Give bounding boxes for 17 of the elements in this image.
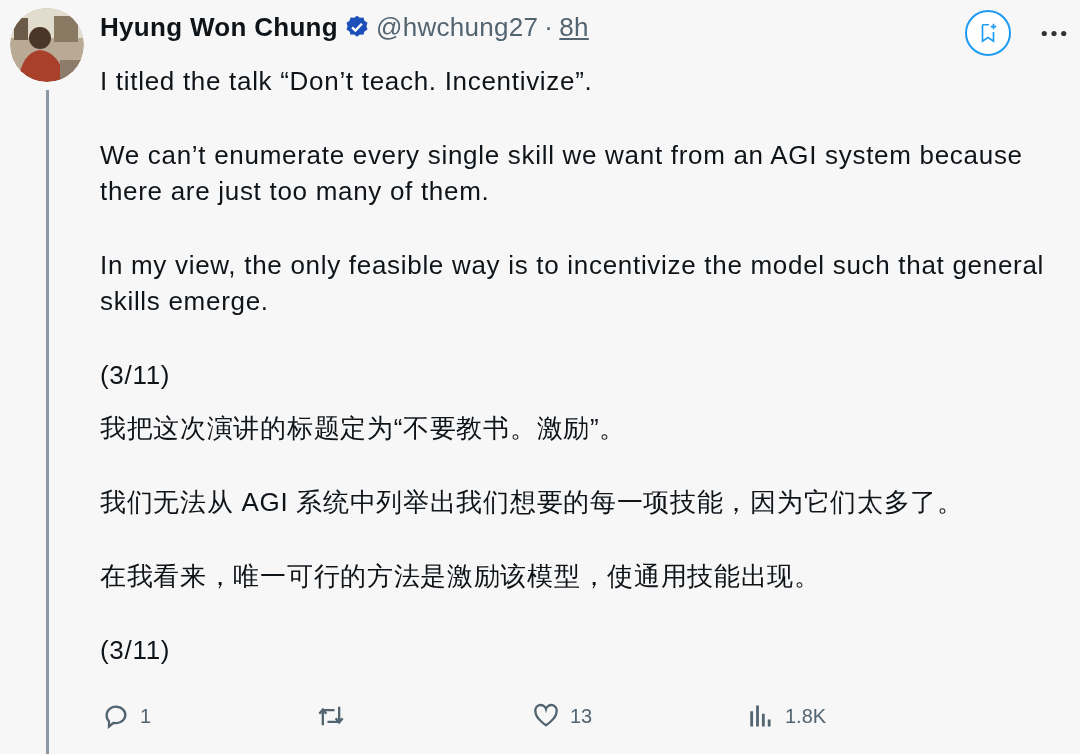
post-paragraph: In my view, the only feasible way is to incentivize the model such that general skills emerge. xyxy=(100,249,1046,318)
separator: · xyxy=(544,11,554,43)
post-paragraph: (3/11) xyxy=(100,359,172,392)
translated-paragraph: 在我看来，唯一可行的方法是激励该模型，使通用技能出现。 xyxy=(100,560,822,593)
more-icon[interactable] xyxy=(1041,28,1067,38)
action-count: 1.8K xyxy=(785,704,827,728)
post-time[interactable]: 8h xyxy=(559,11,589,43)
bookmark-button[interactable] xyxy=(965,10,1011,56)
translated-paragraph: 我把这次演讲的标题定为“不要教书。激励”。 xyxy=(100,412,628,445)
author-handle[interactable]: @hwchung27 xyxy=(375,11,539,43)
author-name[interactable]: Hyung Won Chung xyxy=(100,11,338,43)
post-paragraph: I titled the talk “Don’t teach. Incentivize”. xyxy=(100,65,594,98)
post-paragraph: We can’t enumerate every single skill we want from an AGI system because there are just too many of them. xyxy=(100,139,1024,208)
action-count: 1 xyxy=(140,704,152,728)
translated-paragraph: (3/11) xyxy=(100,634,172,667)
action-count: 13 xyxy=(570,704,593,728)
translated-paragraph: 我们无法从 AGI 系统中列举出我们想要的每一项技能，因为它们太多了。 xyxy=(100,486,965,519)
